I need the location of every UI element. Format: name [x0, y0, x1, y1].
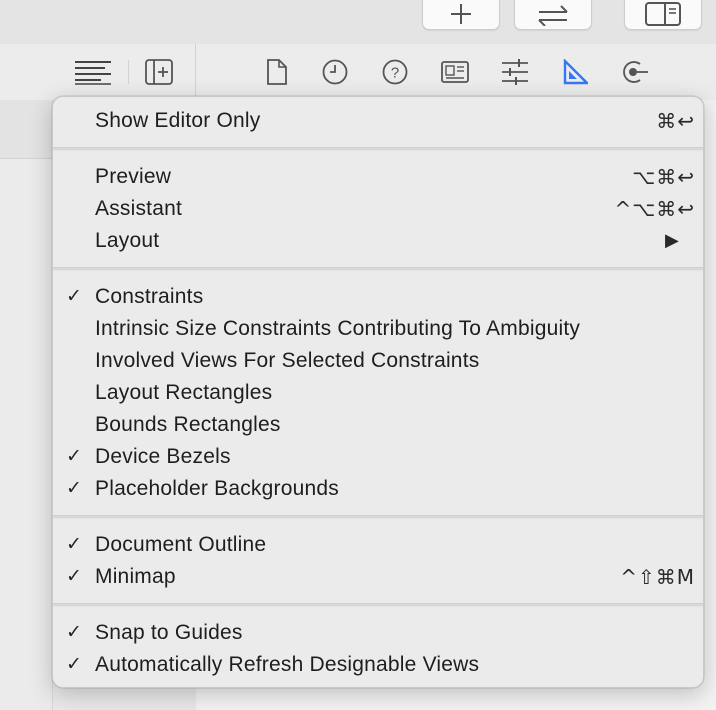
navigator-area [0, 100, 53, 710]
menu-item-shortcut: ^⇧⌘M [620, 565, 695, 589]
menu-item-layout-rectangles[interactable]: Layout Rectangles [53, 377, 703, 409]
menu-item-snap-to-guides[interactable]: ✓ Snap to Guides [53, 617, 703, 649]
menu-item-label: Document Outline [95, 533, 267, 556]
menu-item-label: Constraints [95, 285, 204, 308]
help-inspector-tab[interactable]: ? [380, 57, 410, 87]
attributes-inspector-tab[interactable] [500, 57, 530, 87]
checkmark-icon: ✓ [65, 534, 83, 555]
identity-inspector-tab[interactable] [440, 57, 470, 87]
help-inspector-icon: ? [382, 59, 408, 85]
file-inspector-icon [267, 59, 287, 85]
checkmark-icon: ✓ [65, 566, 83, 587]
checkmark-icon: ✓ [65, 478, 83, 499]
menu-item-shortcut: ⌘↩ [656, 109, 695, 133]
connections-inspector-tab[interactable] [620, 57, 650, 87]
menu-item-label: Layout Rectangles [95, 381, 273, 404]
menu-item-label: Device Bezels [95, 445, 231, 468]
history-inspector-tab[interactable] [320, 57, 350, 87]
menu-item-label: Involved Views For Selected Constraints [95, 349, 480, 372]
menu-item-document-outline[interactable]: ✓ Document Outline [53, 529, 703, 561]
add-editor-icon [145, 59, 173, 85]
identity-inspector-icon [441, 61, 469, 83]
inspector-toggle-button[interactable] [624, 0, 702, 30]
menu-item-assistant[interactable]: Assistant ^⌥⌘↩ [53, 193, 703, 225]
menu-item-label: Snap to Guides [95, 621, 243, 644]
menu-item-shortcut: ^⌥⌘↩ [614, 197, 695, 221]
swap-arrows-icon [538, 5, 568, 26]
window-toolbar [0, 0, 716, 45]
menu-item-show-editor-only[interactable]: Show Editor Only ⌘↩ [53, 105, 703, 137]
inspector-toolbar: ? [0, 44, 716, 100]
menu-item-refresh-designable-views[interactable]: ✓ Automatically Refresh Designable Views [53, 649, 703, 681]
menu-item-constraints[interactable]: ✓ Constraints [53, 281, 703, 313]
menu-item-bounds-rectangles[interactable]: Bounds Rectangles [53, 409, 703, 441]
svg-text:?: ? [391, 65, 399, 82]
checkmark-icon: ✓ [65, 286, 83, 307]
menu-item-minimap[interactable]: ✓ Minimap ^⇧⌘M [53, 561, 703, 593]
menu-item-shortcut: ⌥⌘↩ [632, 165, 695, 189]
menu-item-label: Minimap [95, 565, 176, 588]
menu-item-device-bezels[interactable]: ✓ Device Bezels [53, 441, 703, 473]
checkmark-icon: ✓ [65, 446, 83, 467]
attributes-inspector-icon [502, 59, 528, 85]
menu-separator [53, 267, 703, 271]
editor-options-icon [75, 61, 111, 85]
library-button[interactable] [422, 0, 500, 30]
checkmark-icon: ✓ [65, 654, 83, 675]
menu-item-layout[interactable]: Layout ▶ [53, 225, 703, 257]
editor-options-menu: Show Editor Only ⌘↩ Preview ⌥⌘↩ Assistan… [52, 96, 704, 688]
add-editor-button[interactable] [144, 57, 174, 87]
menu-item-preview[interactable]: Preview ⌥⌘↩ [53, 161, 703, 193]
menu-item-label: Assistant [95, 197, 182, 220]
editor-options-button[interactable] [74, 57, 112, 87]
menu-separator [53, 603, 703, 607]
file-inspector-tab[interactable] [262, 57, 292, 87]
menu-item-label: Layout [95, 229, 160, 252]
size-inspector-tab[interactable] [560, 57, 590, 87]
menu-item-intrinsic-size-constraints[interactable]: Intrinsic Size Constraints Contributing … [53, 313, 703, 345]
code-review-button[interactable] [514, 0, 592, 30]
menu-item-label: Preview [95, 165, 172, 188]
menu-item-placeholder-backgrounds[interactable]: ✓ Placeholder Backgrounds [53, 473, 703, 505]
checkmark-icon: ✓ [65, 622, 83, 643]
submenu-arrow-icon: ▶ [664, 230, 679, 251]
menu-item-label: Intrinsic Size Constraints Contributing … [95, 317, 581, 340]
menu-item-involved-views[interactable]: Involved Views For Selected Constraints [53, 345, 703, 377]
connections-inspector-icon [623, 61, 648, 83]
menu-item-label: Bounds Rectangles [95, 413, 281, 436]
add-icon [451, 4, 471, 24]
menu-item-label: Placeholder Backgrounds [95, 477, 339, 500]
menu-separator [53, 147, 703, 151]
navigator-header [0, 100, 52, 159]
inspector-panel-icon [645, 2, 681, 26]
history-inspector-icon [322, 59, 348, 85]
menu-item-label: Automatically Refresh Designable Views [95, 653, 480, 676]
menu-item-label: Show Editor Only [95, 109, 261, 132]
menu-separator [53, 515, 703, 519]
size-inspector-icon [563, 59, 588, 85]
